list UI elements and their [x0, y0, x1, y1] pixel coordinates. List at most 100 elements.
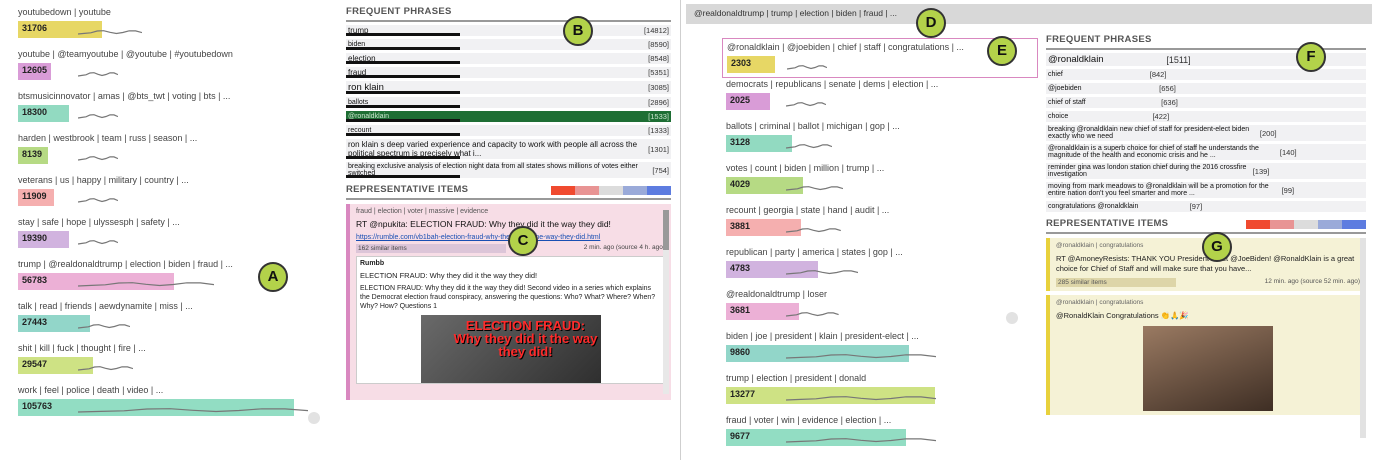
strip-segment[interactable]	[1270, 220, 1294, 229]
similar-items-count[interactable]: 285 similar items	[1056, 278, 1176, 287]
frequent-phrases-list: trump [14812] biden [8590] election [8548] fra…	[346, 25, 671, 178]
topic-trend	[77, 402, 309, 413]
representative-item[interactable]: fraud | election | voter | massive | evi…	[346, 204, 671, 400]
strip-segment[interactable]	[551, 186, 575, 195]
topic-row[interactable]: youtube | @teamyoutube | @youtube | #you…	[18, 48, 328, 90]
similar-items-count[interactable]: 162 similar items	[356, 244, 506, 253]
topic-row[interactable]: ballots | criminal | ballot | michigan |…	[726, 120, 1026, 162]
phrase-row[interactable]: moving from mark meadows to @ronaldklain…	[1046, 182, 1366, 198]
breadcrumb[interactable]: @realdonaldtrump | trump | election | bi…	[686, 4, 1372, 24]
scroll-thumb[interactable]	[663, 210, 669, 250]
trend-sparkline	[785, 354, 937, 359]
topic-row[interactable]: btsmusicinnovator | amas | @bts_twt | vo…	[18, 90, 328, 132]
trend-sparkline	[77, 114, 119, 119]
item-tags: @ronaldklain | congratulations	[1056, 299, 1144, 306]
representative-item[interactable]: @ronaldklain | congratulations @RonaldKl…	[1046, 295, 1366, 415]
phrase-row[interactable]: ballots [2896]	[346, 97, 671, 108]
phrase-occurrence-bar	[346, 75, 460, 78]
topic-trend	[785, 432, 937, 443]
phrase-count: [200]	[1259, 128, 1277, 138]
video-thumbnail[interactable]: ELECTION FRAUD: Why they did it the way …	[420, 315, 601, 383]
phrase-row[interactable]: fraud [5351]	[346, 67, 671, 78]
phrase-count: [8548]	[648, 54, 669, 63]
phrase-row[interactable]: biden [8590]	[346, 39, 671, 50]
strip-segment[interactable]	[575, 186, 599, 195]
topic-keywords: ballots | criminal | ballot | michigan |…	[726, 121, 900, 131]
trend-sparkline	[77, 156, 119, 161]
phrase-text: @joebiden	[1048, 85, 1082, 92]
annotation-label-c: C	[508, 226, 538, 256]
phrase-row[interactable]: ron klain s deep varied experience and c…	[346, 139, 671, 159]
topic-row[interactable]: shit | kill | fuck | thought | fire | ..…	[18, 342, 328, 384]
topic-trend	[77, 360, 134, 371]
topic-row[interactable]: votes | count | biden | million | trump …	[726, 162, 1026, 204]
item-scrollbar[interactable]	[663, 210, 669, 394]
strip-segment[interactable]	[1342, 220, 1366, 229]
phrase-row[interactable]: election [8548]	[346, 53, 671, 64]
similar-row: 285 similar items 12 min. ago (source 52…	[1056, 278, 1360, 287]
phrase-row[interactable]: choice [422]	[1046, 111, 1366, 122]
phrase-row[interactable]: chief of staff [636]	[1046, 97, 1366, 108]
topic-row[interactable]: @realdonaldtrump | loser 3681	[726, 288, 1026, 330]
topic-volume-bar: 2303	[727, 56, 1033, 73]
topic-trend	[77, 234, 119, 245]
phrase-row[interactable]: recount [1333]	[346, 125, 671, 136]
topic-row[interactable]: democrats | republicans | senate | dems …	[726, 78, 1026, 120]
topic-count: 12605	[22, 65, 48, 75]
topic-trend	[77, 192, 119, 203]
phrase-row[interactable]: breaking exclusive analysis of election …	[346, 162, 671, 178]
phrase-row[interactable]: chief [842]	[1046, 69, 1366, 80]
topic-row[interactable]: fraud | voter | win | evidence | electio…	[726, 414, 1026, 456]
topic-row[interactable]: harden | westbrook | team | russ | seaso…	[18, 132, 328, 174]
phrase-row[interactable]: @ronaldklain is a superb choice for chie…	[1046, 144, 1366, 160]
items-scrollbar[interactable]	[1360, 238, 1366, 438]
topic-keywords: republican | party | america | states | …	[726, 247, 903, 257]
topic-keywords: votes | count | biden | million | trump …	[726, 163, 885, 173]
phrase-row[interactable]: @ronaldklain [1533]	[346, 111, 671, 122]
topic-row[interactable]: recount | georgia | state | hand | audit…	[726, 204, 1026, 246]
strip-segment[interactable]	[1318, 220, 1342, 229]
topic-row[interactable]: talk | read | friends | aewdynamite | mi…	[18, 300, 328, 342]
strip-segment[interactable]	[623, 186, 647, 195]
topic-count: 4029	[730, 179, 751, 189]
phrase-row[interactable]: trump [14812]	[346, 25, 671, 36]
phrase-row[interactable]: congratulations @ronaldklain [97]	[1046, 201, 1366, 212]
topic-row[interactable]: republican | party | america | states | …	[726, 246, 1026, 288]
topic-keywords: recount | georgia | state | hand | audit…	[726, 205, 890, 215]
phrase-row[interactable]: breaking @ronaldklain new chief of staff…	[1046, 125, 1366, 141]
strip-segment[interactable]	[599, 186, 623, 195]
detail-column-left: FREQUENT PHRASES trump [14812] biden [8590]…	[346, 6, 671, 456]
quoted-card[interactable]: Rumbb ELECTION FRAUD: Why they did it th…	[356, 256, 665, 384]
phrase-count: [1301]	[648, 144, 669, 154]
strip-segment[interactable]	[1246, 220, 1270, 229]
trend-sparkline	[785, 396, 937, 401]
phrase-row[interactable]: @joebiden [656]	[1046, 83, 1366, 94]
topic-row[interactable]: veterans | us | happy | military | count…	[18, 174, 328, 216]
phrase-count: [97]	[1189, 202, 1203, 211]
strip-segment[interactable]	[647, 186, 671, 195]
phrase-occurrence-bar	[346, 105, 460, 108]
trend-sparkline	[77, 408, 309, 413]
topic-volume-bar: 9860	[726, 345, 1026, 362]
scroll-dot-left[interactable]	[308, 412, 320, 424]
topic-keywords: harden | westbrook | team | russ | seaso…	[18, 133, 198, 143]
item-text: @RonaldKlain Congratulations 👏🙏🎉	[1056, 311, 1189, 320]
scroll-dot-right[interactable]	[1006, 312, 1018, 324]
topic-list-left: youtubedown | youtube 31706 youtube | @tea…	[18, 6, 328, 426]
topic-volume-bar: 3681	[726, 303, 1026, 320]
trend-sparkline	[785, 270, 859, 275]
topic-row[interactable]: youtubedown | youtube 31706	[18, 6, 328, 48]
phrase-row[interactable]: reminder gina was london station chief d…	[1046, 163, 1366, 179]
topic-row[interactable]: work | feel | police | death | video | .…	[18, 384, 328, 426]
strip-segment[interactable]	[1294, 220, 1318, 229]
topic-trend	[77, 108, 119, 119]
topic-row[interactable]: biden | joe | president | klain | presid…	[726, 330, 1026, 372]
image-thumbnail[interactable]	[1143, 326, 1273, 411]
topic-row[interactable]: stay | safe | hope | ulyssesph | safety …	[18, 216, 328, 258]
topic-count: 3681	[730, 305, 751, 315]
phrase-row[interactable]: ron klain [3085]	[346, 81, 671, 94]
topic-row[interactable]: trump | election | president | donald 132…	[726, 372, 1026, 414]
phrase-text: reminder gina was london station chief d…	[1048, 164, 1247, 178]
drilldown-panel: @realdonaldtrump | trump | election | bi…	[686, 4, 1372, 456]
topic-volume-bar: 8139	[18, 147, 328, 164]
